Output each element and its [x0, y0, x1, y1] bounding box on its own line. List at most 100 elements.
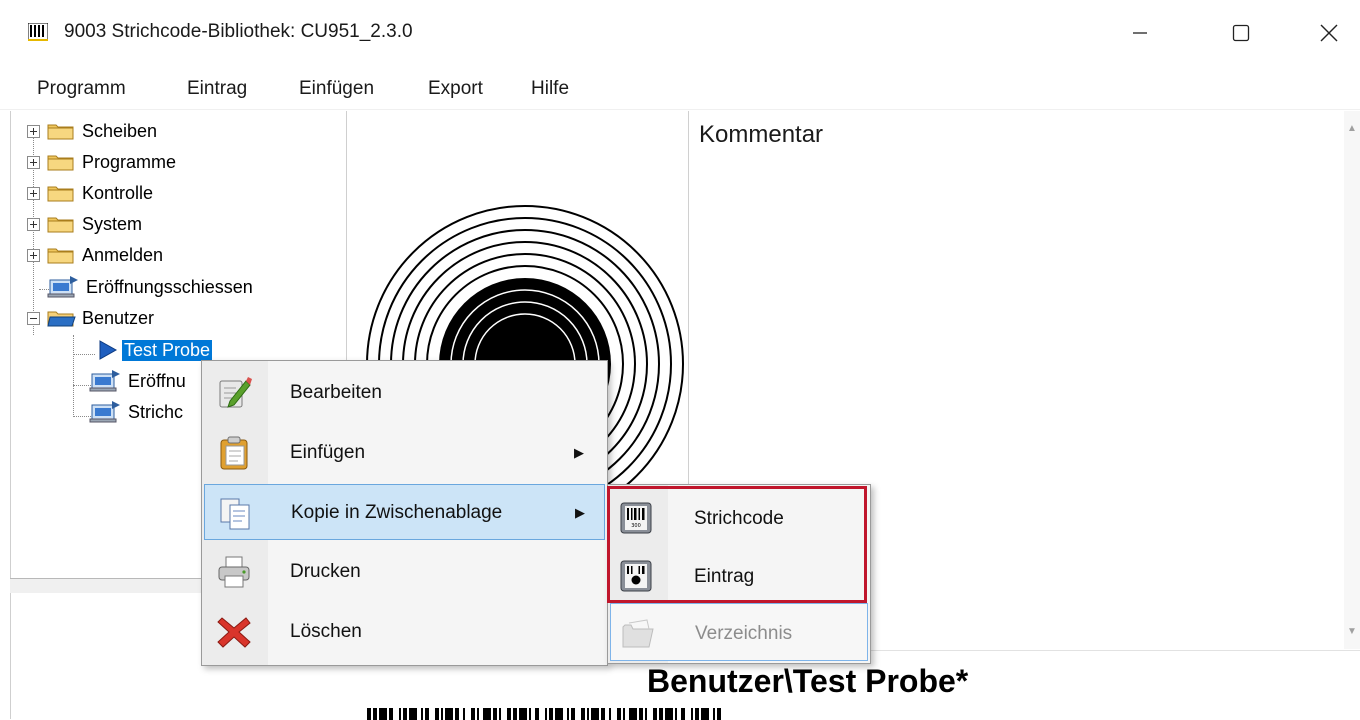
barcode-bar: [581, 708, 585, 720]
tree-connector: [73, 335, 74, 417]
barcode-bar: [399, 708, 401, 720]
expand-icon[interactable]: [27, 155, 40, 169]
folder-icon: [46, 152, 76, 172]
barcode-bar: [591, 708, 599, 720]
folder-icon: [46, 183, 76, 203]
barcode-bar: [367, 708, 371, 720]
folder-icon: [46, 245, 76, 265]
menu-eintrag[interactable]: Eintrag: [187, 78, 247, 100]
folder-open-icon: [46, 308, 76, 328]
tree-node[interactable]: Test Probe: [96, 336, 213, 364]
tree-node[interactable]: Scheiben: [27, 117, 159, 145]
menu-item-label: Kopie in Zwischenablage: [291, 502, 503, 523]
barcode-bar: [675, 708, 677, 720]
barcode-bar: [587, 708, 589, 720]
play-arrow-icon: [96, 339, 118, 361]
title-bar: 9003 Strichcode-Bibliothek: CU951_2.3.0: [0, 0, 1360, 66]
menu-item-einfuegen[interactable]: Einfügen ▶: [204, 425, 605, 481]
barcode-bar: [445, 708, 453, 720]
barcode-bar: [701, 708, 709, 720]
folder-icon: [46, 121, 76, 141]
barcode-bar: [629, 708, 637, 720]
menu-einfuegen[interactable]: Einfügen: [299, 78, 374, 100]
tree-node[interactable]: Eröffnungsschiessen: [46, 273, 255, 301]
tree-node[interactable]: Kontrolle: [27, 179, 155, 207]
barcode-bar: [421, 708, 423, 720]
barcode-bar: [435, 708, 439, 720]
barcode-bar: [499, 708, 501, 720]
barcode-bar: [507, 708, 511, 720]
close-icon[interactable]: [1306, 10, 1352, 56]
tree-node-label: Eröffnu: [128, 370, 186, 391]
menu-item-kopie[interactable]: Kopie in Zwischenablage ▶: [204, 484, 605, 540]
submenu-item-verzeichnis[interactable]: Verzeichnis: [610, 603, 868, 661]
expand-icon[interactable]: [27, 248, 40, 262]
tree-node[interactable]: Eröffnu: [88, 367, 188, 395]
expand-icon[interactable]: [27, 186, 40, 200]
minimize-icon[interactable]: [1117, 10, 1163, 56]
annotation-highlight-box: [607, 486, 867, 603]
menu-item-loeschen[interactable]: Löschen: [204, 604, 605, 660]
vertical-scrollbar[interactable]: [1344, 111, 1360, 649]
menu-item-label: Löschen: [290, 621, 362, 642]
folder-icon: [46, 214, 76, 234]
barcode-bar: [373, 708, 377, 720]
copy-icon: [220, 498, 250, 530]
barcode-bar: [513, 708, 517, 720]
tree-node-label: System: [82, 213, 143, 234]
tree-node[interactable]: Benutzer: [27, 304, 156, 332]
scroll-up-icon[interactable]: ▲: [1344, 121, 1360, 137]
barcode-bar: [617, 708, 621, 720]
barcode-bar: [535, 708, 539, 720]
barcode-bar: [601, 708, 605, 720]
menu-export[interactable]: Export: [428, 78, 483, 100]
expand-icon[interactable]: [27, 217, 40, 231]
maximize-icon[interactable]: [1218, 10, 1264, 56]
barcode-bar: [409, 708, 417, 720]
barcode-bar: [425, 708, 429, 720]
barcode-bar: [659, 708, 663, 720]
tree-node-label: Benutzer: [82, 307, 155, 328]
submenu-arrow-icon: ▶: [574, 445, 584, 460]
barcode-bar: [493, 708, 497, 720]
barcode-bar: [609, 708, 611, 720]
barcode-bar: [695, 708, 699, 720]
barcode-bar: [567, 708, 569, 720]
expand-icon[interactable]: [27, 124, 40, 138]
barcode-bar: [623, 708, 625, 720]
window-title: 9003 Strichcode-Bibliothek: CU951_2.3.0: [64, 21, 413, 42]
tree-node[interactable]: System: [27, 210, 144, 238]
menu-item-drucken[interactable]: Drucken: [204, 544, 605, 600]
tree-node-label: Kontrolle: [82, 182, 154, 203]
barcode-bar: [713, 708, 715, 720]
barcode-bar: [441, 708, 443, 720]
tree-node[interactable]: Programme: [27, 148, 178, 176]
barcode-bar: [571, 708, 575, 720]
barcode-bar: [477, 708, 479, 720]
tree-node[interactable]: Strichc: [88, 398, 185, 426]
delete-x-icon: [217, 617, 251, 648]
menu-hilfe[interactable]: Hilfe: [531, 78, 569, 100]
submenu-arrow-icon: ▶: [575, 505, 585, 520]
barcode-bar: [455, 708, 459, 720]
comment-title: Kommentar: [699, 121, 824, 148]
barcode-bar: [519, 708, 527, 720]
barcode-bar: [717, 708, 721, 720]
menu-programm[interactable]: Programm: [37, 78, 126, 100]
context-menu: Bearbeiten Einfügen ▶ Kopie in Zwischena…: [201, 360, 608, 666]
barcode-bar: [665, 708, 673, 720]
tree-node-label: Programme: [82, 151, 177, 172]
barcode-bar: [545, 708, 547, 720]
edit-pencil-icon: [219, 377, 252, 408]
barcode-bar: [483, 708, 491, 720]
barcode-bar: [529, 708, 531, 720]
tree-node-label: Anmelden: [82, 244, 164, 265]
scroll-down-icon[interactable]: ▼: [1344, 624, 1360, 640]
barcode-bar: [639, 708, 643, 720]
clipboard-icon: [220, 436, 248, 470]
tree-node[interactable]: Anmelden: [27, 241, 165, 269]
collapse-icon[interactable]: [27, 311, 40, 325]
barcode-bar: [555, 708, 563, 720]
menu-item-bearbeiten[interactable]: Bearbeiten: [204, 365, 605, 421]
computer-entry-icon: [88, 401, 122, 423]
